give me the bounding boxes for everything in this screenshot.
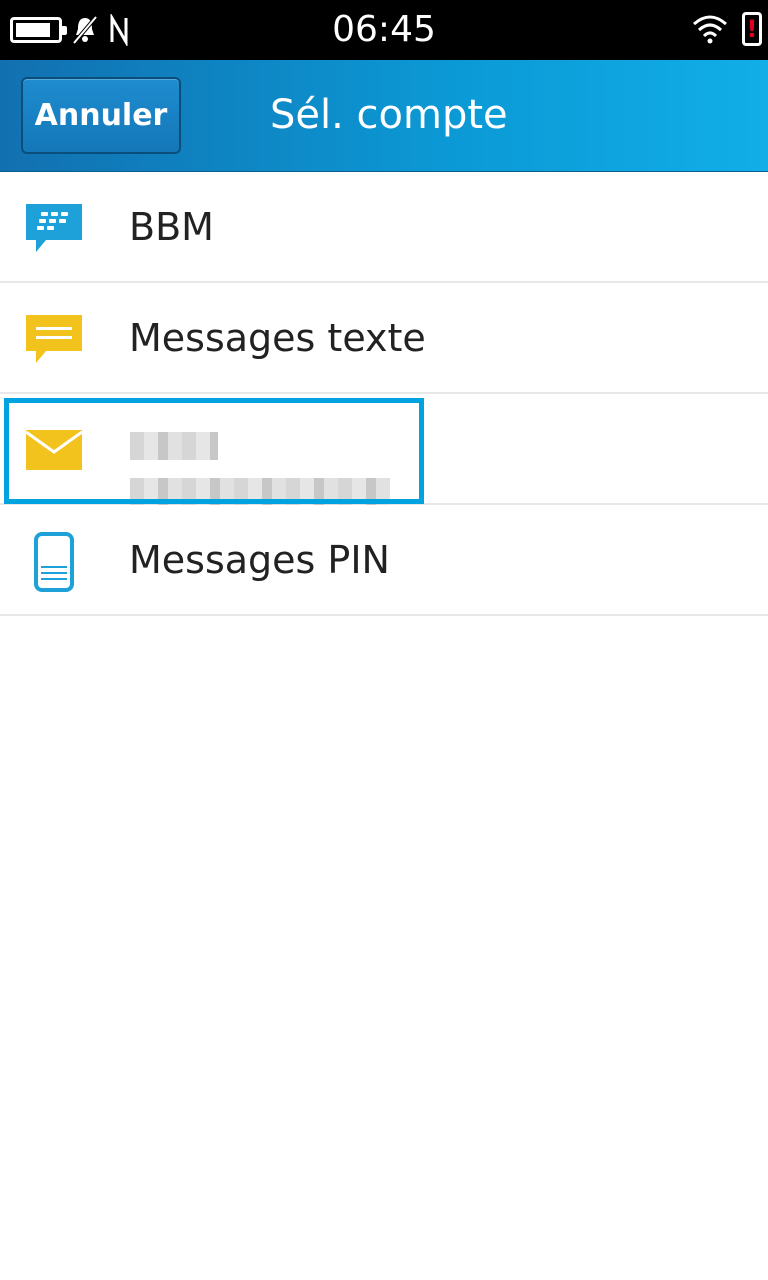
status-right-icons: ! bbox=[692, 12, 762, 46]
account-list: BBM Messages texte Messages PIN bbox=[0, 172, 768, 616]
title-bar: Annuler Sél. compte bbox=[0, 60, 768, 172]
list-item-label: BBM bbox=[129, 205, 214, 249]
redacted-account-name bbox=[130, 432, 218, 460]
alert-icon[interactable]: ! bbox=[742, 12, 762, 46]
list-item-label: Messages PIN bbox=[129, 538, 390, 582]
status-time: 06:45 bbox=[332, 9, 436, 50]
list-item-pin-messages[interactable]: Messages PIN bbox=[0, 505, 768, 616]
list-item-text-messages[interactable]: Messages texte bbox=[0, 283, 768, 394]
list-item-bbm[interactable]: BBM bbox=[0, 172, 768, 283]
list-item-email-account[interactable] bbox=[0, 394, 768, 506]
pin-message-icon bbox=[34, 532, 74, 592]
list-item-label: Messages texte bbox=[129, 316, 426, 360]
bbm-icon bbox=[26, 204, 82, 252]
cancel-button[interactable]: Annuler bbox=[21, 77, 181, 154]
wifi-icon bbox=[693, 15, 727, 44]
email-icon bbox=[25, 430, 83, 470]
text-message-icon bbox=[26, 315, 82, 363]
page-title: Sél. compte bbox=[270, 92, 508, 138]
redacted-account-address bbox=[130, 478, 390, 506]
status-bar: 06:45 ! bbox=[0, 0, 768, 60]
